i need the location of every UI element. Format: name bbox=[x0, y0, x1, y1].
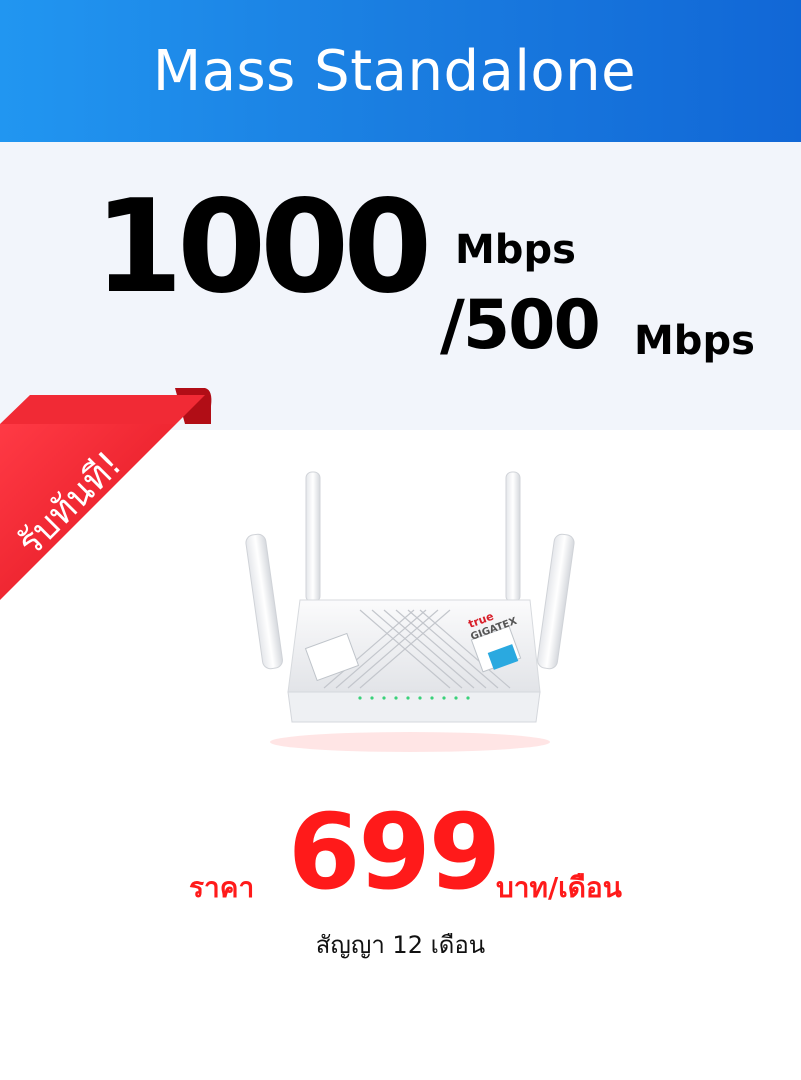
router-image: true GIGATEX bbox=[245, 471, 575, 752]
router-front bbox=[287, 691, 541, 723]
page-title: Mass Standalone bbox=[152, 38, 637, 104]
price-row: ราคา 699 บาท/เดือน bbox=[0, 800, 801, 910]
upload-speed: /500 bbox=[440, 286, 601, 365]
price-amount: 699 bbox=[288, 791, 501, 913]
price-label: ราคา bbox=[189, 871, 255, 904]
antenna-right bbox=[537, 533, 575, 670]
price-unit: บาท/เดือน bbox=[496, 871, 622, 904]
download-unit: Mbps bbox=[455, 227, 576, 273]
antenna-back-right bbox=[505, 471, 521, 603]
download-speed: 1000 bbox=[94, 173, 432, 322]
antenna-back-left bbox=[305, 471, 321, 603]
header-banner: Mass Standalone bbox=[0, 0, 801, 142]
contract-term: สัญญา 12 เดือน bbox=[315, 931, 486, 959]
promo-ribbon: รับทันที! bbox=[0, 388, 212, 600]
upload-unit: Mbps bbox=[634, 318, 755, 364]
antenna-left bbox=[245, 533, 283, 670]
ribbon-top bbox=[0, 395, 205, 424]
speed-panel: 1000 Mbps /500 Mbps bbox=[0, 142, 801, 430]
